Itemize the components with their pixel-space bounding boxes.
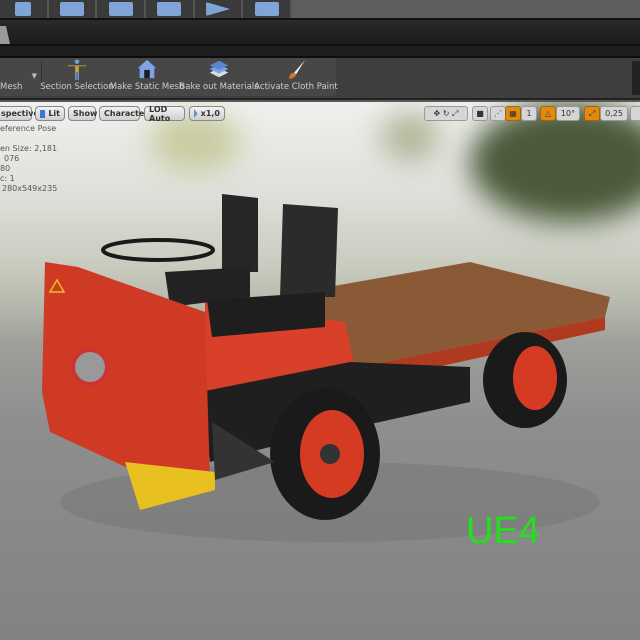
character-pose-icon — [67, 59, 87, 80]
main-toolbar — [0, 0, 293, 18]
steering-wheel — [101, 238, 215, 262]
tab-bar — [0, 18, 640, 46]
content-button[interactable] — [49, 0, 98, 18]
build-button[interactable] — [146, 0, 195, 18]
vehicle-mesh[interactable] — [0, 102, 640, 640]
headlight — [71, 348, 109, 386]
launch-button[interactable] — [243, 0, 293, 18]
editor-tab[interactable] — [0, 26, 10, 44]
bake-out-materials-button[interactable]: Bake out Materials — [179, 58, 259, 96]
activate-cloth-paint-label: Activate Cloth Paint — [254, 82, 338, 92]
layers-icon — [209, 60, 229, 78]
activate-cloth-paint-button[interactable]: Activate Cloth Paint — [254, 58, 338, 96]
play-icon — [206, 2, 231, 16]
dropdown-icon[interactable]: ▼ — [32, 72, 37, 80]
viewport[interactable]: spective Lit Show Character LOD Auto x1,… — [0, 102, 640, 640]
section-selection-label: Section Selection — [40, 82, 114, 92]
build-icon — [157, 2, 182, 16]
menu-strip — [0, 46, 640, 58]
make-static-mesh-label: Make Static Mesh — [109, 82, 185, 92]
content-icon — [60, 2, 84, 16]
bake-out-materials-label: Bake out Materials — [179, 82, 259, 92]
mesh-label: Mesh — [0, 82, 23, 92]
house-icon — [137, 59, 157, 79]
mesh-toolbar: Mesh ▼ Section Selection Make Static Mes… — [0, 58, 640, 100]
hub — [320, 444, 340, 464]
toolbar-overflow-button[interactable] — [632, 61, 640, 95]
cinematics-icon — [108, 2, 133, 16]
save-button[interactable] — [0, 0, 49, 18]
seat-back — [222, 194, 258, 272]
launch-icon — [254, 2, 279, 16]
rear-rim — [513, 346, 557, 410]
make-static-mesh-button[interactable]: Make Static Mesh — [110, 58, 184, 96]
play-button[interactable] — [195, 0, 244, 18]
section-selection-button[interactable]: Section Selection — [40, 58, 114, 96]
seat-back — [280, 204, 338, 297]
brush-icon — [289, 59, 306, 80]
save-icon — [15, 2, 32, 16]
mesh-button[interactable]: Mesh ▼ — [0, 58, 40, 96]
cinematics-button[interactable] — [97, 0, 147, 18]
top-bar — [0, 0, 640, 20]
ue4-watermark: UE4 — [466, 510, 540, 552]
